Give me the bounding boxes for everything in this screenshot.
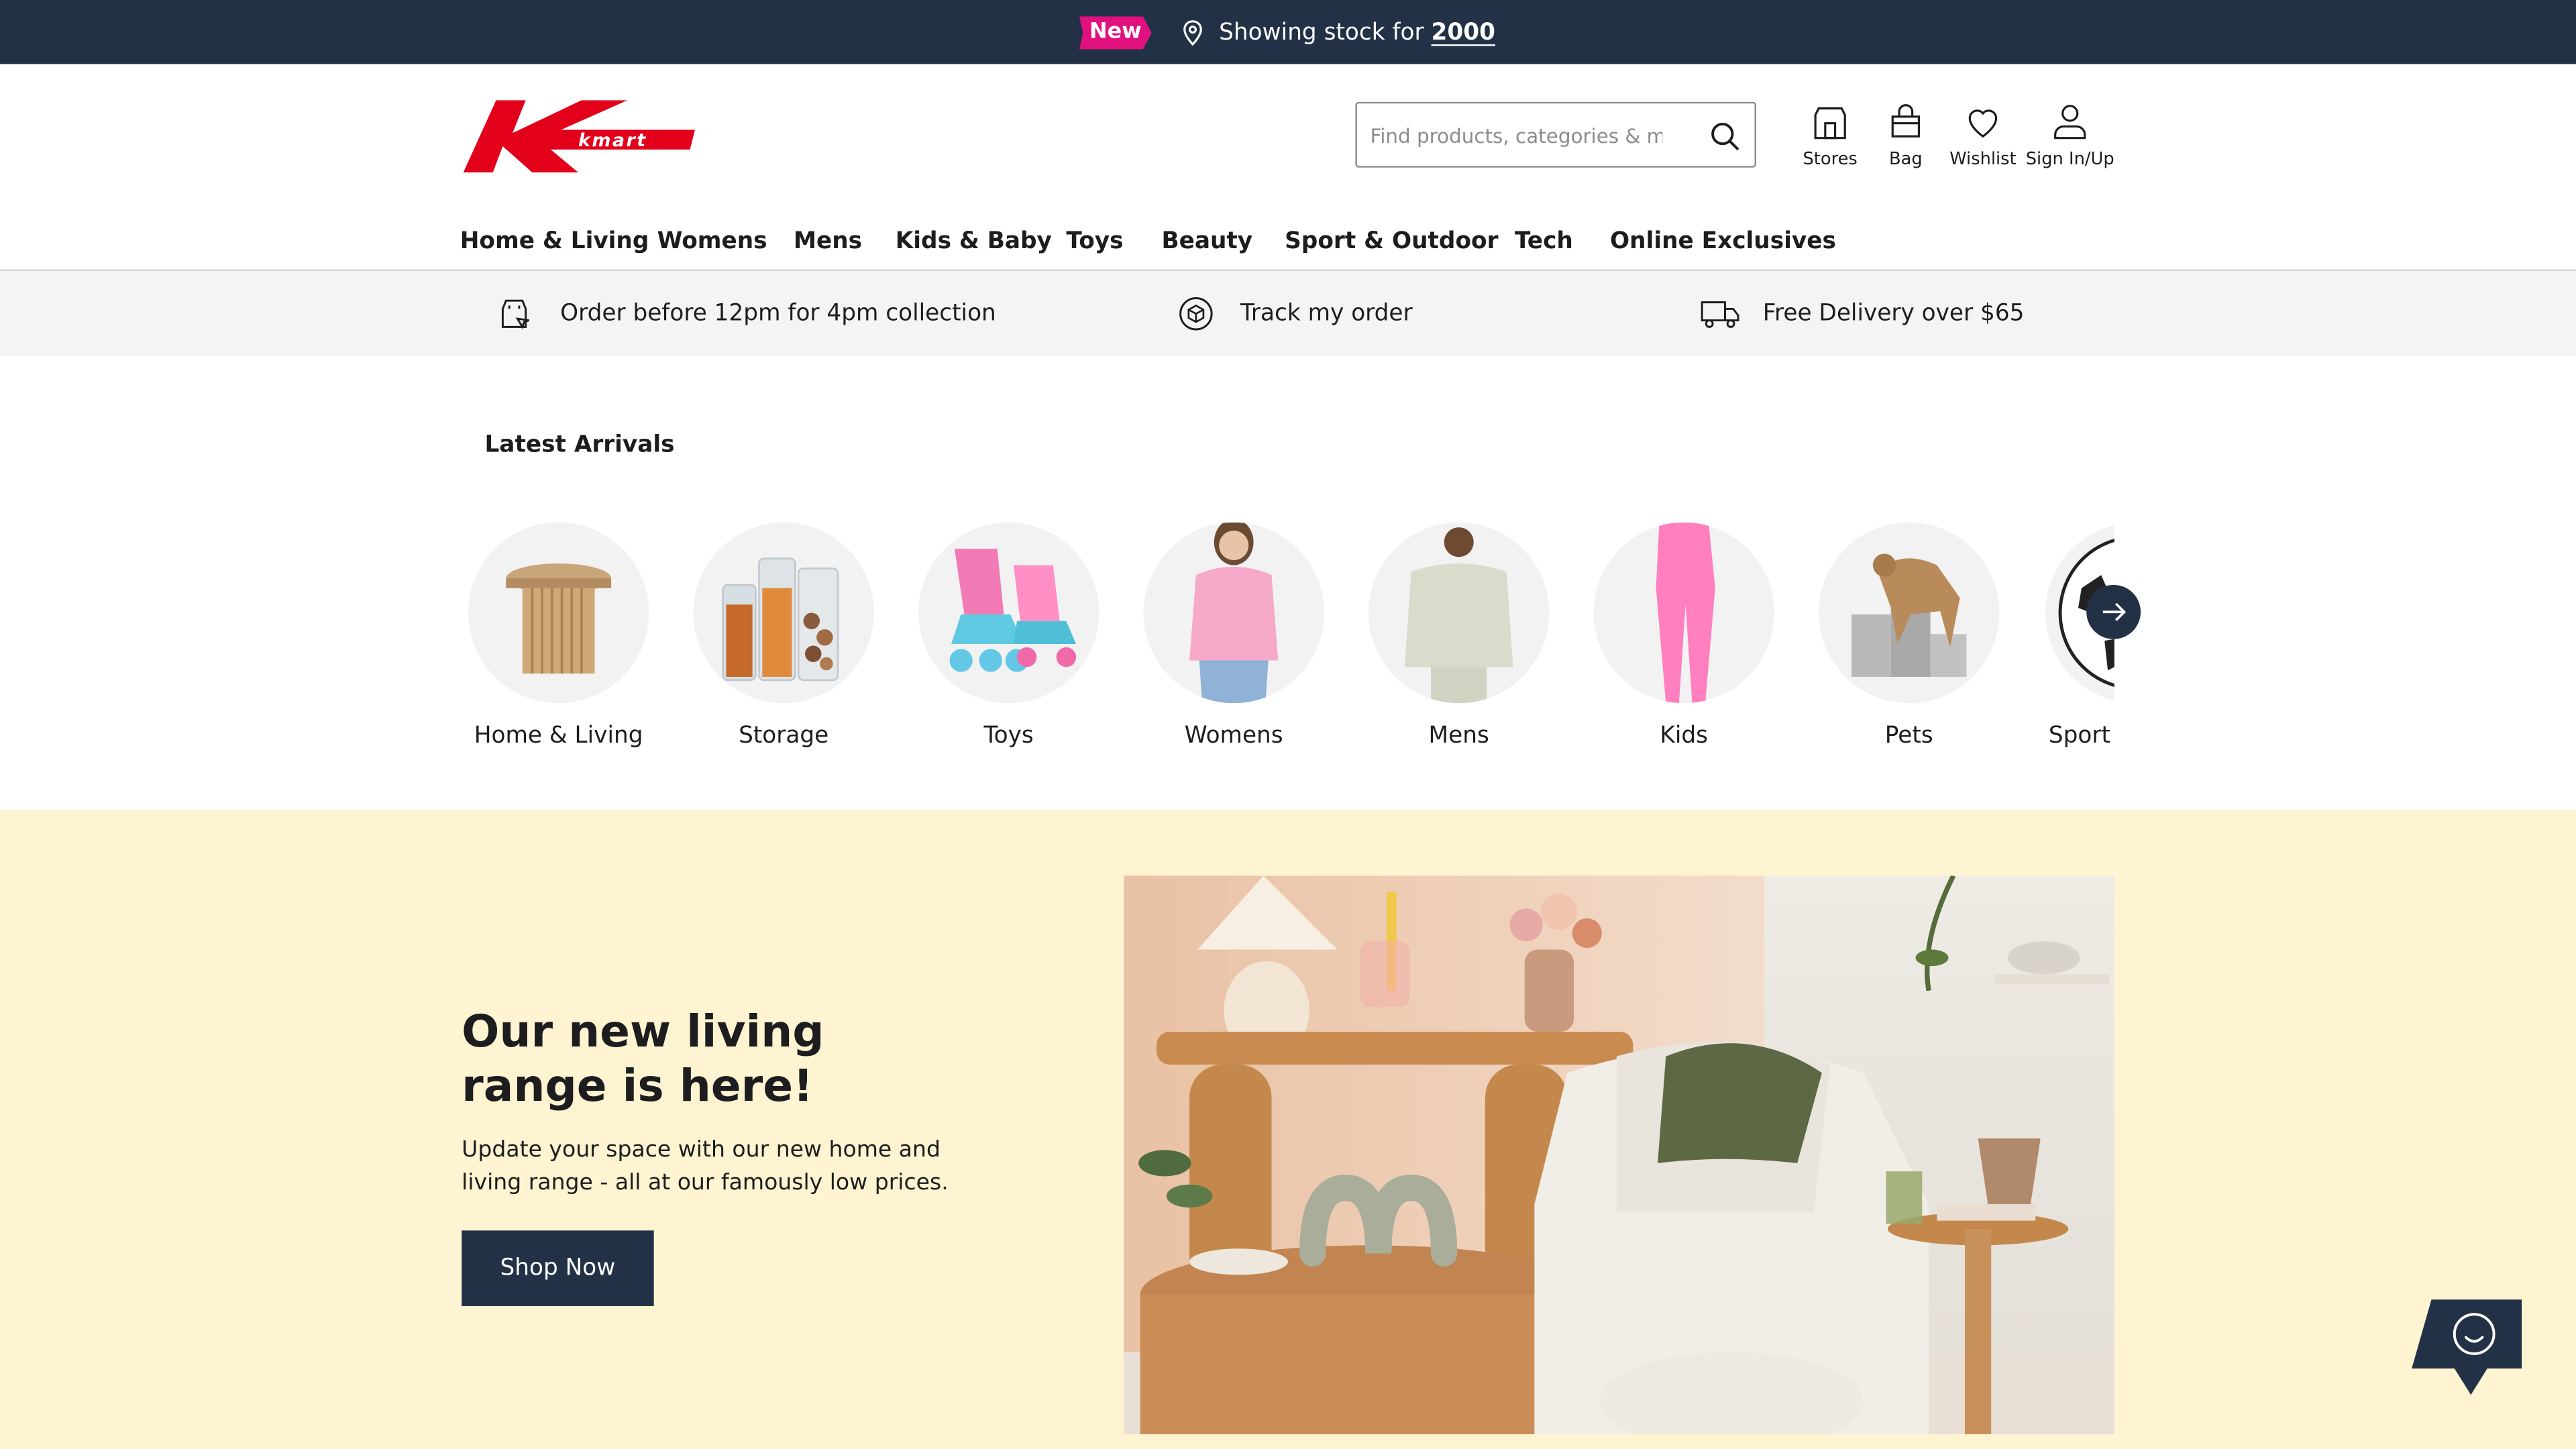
hero-title-line2: range is here! xyxy=(462,1061,814,1112)
category-label: Kids xyxy=(1660,722,1709,749)
category-image xyxy=(693,522,874,704)
nav-beauty[interactable]: Beauty xyxy=(1161,228,1252,254)
latest-arrivals-title: Latest Arrivals xyxy=(484,432,675,459)
category-mens[interactable]: Mens xyxy=(1368,522,1550,749)
top-announcement-bar: New Showing stock for 2000 xyxy=(0,0,2576,64)
store-icon xyxy=(1814,107,1846,140)
nav-kids-baby[interactable]: Kids & Baby xyxy=(896,228,1052,254)
category-label: Toys xyxy=(983,722,1034,749)
sign-in-label: Sign In/Up xyxy=(2025,149,2114,170)
category-label: Home & Living xyxy=(474,722,643,749)
parcel-icon xyxy=(1179,297,1213,331)
category-label: Mens xyxy=(1428,722,1489,749)
bag-label: Bag xyxy=(1888,149,1923,170)
wishlist-label: Wishlist xyxy=(1949,149,2017,170)
kmart-logo[interactable]: kmart xyxy=(463,100,695,173)
category-pets[interactable]: Pets xyxy=(1819,522,2000,749)
location-pin-icon xyxy=(1183,20,1202,46)
page: New Showing stock for 2000 kmart Stores xyxy=(0,0,2576,1449)
category-image xyxy=(918,522,1099,704)
search-icon[interactable] xyxy=(1709,120,1741,153)
shop-now-button[interactable]: Shop Now xyxy=(462,1230,654,1306)
category-kids[interactable]: Kids xyxy=(1593,522,1774,749)
user-icon xyxy=(2054,105,2086,140)
truck-icon xyxy=(1701,301,1739,328)
hero-title: Our new living range is here! xyxy=(462,1006,889,1114)
nav-home-living[interactable]: Home & Living xyxy=(460,228,649,254)
stock-location[interactable]: Showing stock for 2000 xyxy=(1219,18,1495,48)
stock-prefix: Showing stock for xyxy=(1219,19,1424,46)
nav-mens[interactable]: Mens xyxy=(794,228,862,254)
category-image xyxy=(1819,522,2000,704)
free-delivery-link[interactable]: Free Delivery over $65 xyxy=(1763,297,2025,330)
stores-label: Stores xyxy=(1803,149,1858,170)
carousel-next-button[interactable] xyxy=(2086,584,2141,639)
bag-icon xyxy=(1891,104,1921,138)
nav-womens[interactable]: Womens xyxy=(657,228,767,254)
category-image xyxy=(468,522,649,704)
svg-text:kmart: kmart xyxy=(578,130,647,151)
chat-widget-button[interactable] xyxy=(2412,1299,2522,1395)
sign-in-button[interactable]: Sign In/Up xyxy=(2024,102,2116,169)
nav-tech[interactable]: Tech xyxy=(1515,228,1573,254)
new-badge: New xyxy=(1079,16,1152,50)
category-label: Sport xyxy=(2048,722,2110,749)
nav-toys[interactable]: Toys xyxy=(1066,228,1123,254)
hero-subtitle: Update your space with our new home and … xyxy=(462,1136,949,1196)
nav-sport-outdoor[interactable]: Sport & Outdoor xyxy=(1285,228,1498,254)
category-toys[interactable]: Toys xyxy=(918,522,1099,749)
bag-button[interactable]: Bag xyxy=(1876,102,1935,169)
category-image xyxy=(1143,522,1324,704)
stock-postcode-link[interactable]: 2000 xyxy=(1432,19,1495,46)
category-image xyxy=(1593,522,1774,704)
search-box xyxy=(1355,101,1756,168)
click-collect-icon xyxy=(501,299,530,329)
category-storage[interactable]: Storage xyxy=(693,522,874,749)
category-image xyxy=(1368,522,1550,704)
category-womens[interactable]: Womens xyxy=(1143,522,1324,749)
stores-button[interactable]: Stores xyxy=(1797,102,1863,169)
search-input[interactable] xyxy=(1366,118,1666,155)
hero-title-line1: Our new living xyxy=(462,1007,824,1059)
living-room-image[interactable] xyxy=(1124,875,2114,1434)
category-clip: Sport xyxy=(2044,522,2114,769)
collection-info-link[interactable]: Order before 12pm for 4pm collection xyxy=(560,297,996,330)
category-label: Storage xyxy=(739,722,829,749)
category-home-living[interactable]: Home & Living xyxy=(468,522,649,749)
wishlist-button[interactable]: Wishlist xyxy=(1949,102,2018,169)
heart-icon xyxy=(1968,109,1998,138)
category-label: Pets xyxy=(1884,722,1933,749)
track-order-link[interactable]: Track my order xyxy=(1240,297,1413,330)
category-label: Womens xyxy=(1184,722,1283,749)
nav-online-exclusives[interactable]: Online Exclusives xyxy=(1610,228,1836,254)
arrow-right-icon xyxy=(2102,602,2127,621)
